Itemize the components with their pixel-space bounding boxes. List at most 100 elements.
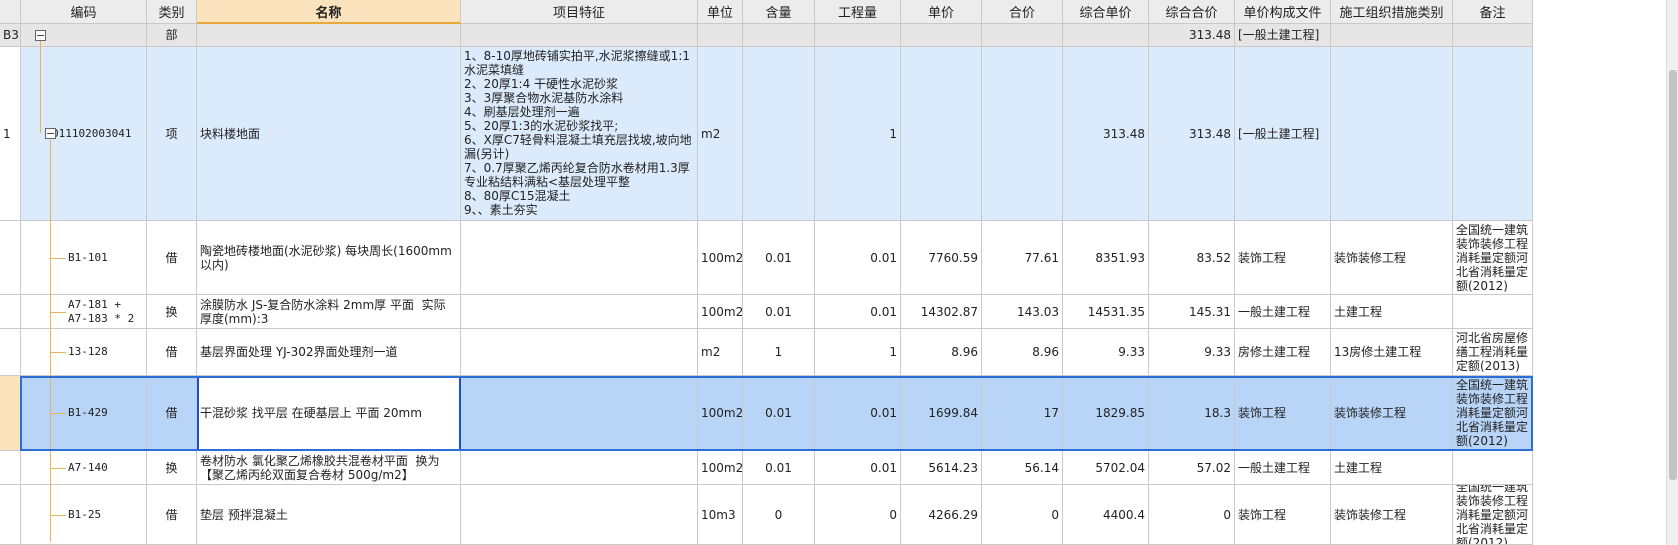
cell-comp-total[interactable]: 57.02	[1149, 451, 1235, 485]
cell-price-file[interactable]: 装饰工程	[1235, 221, 1331, 295]
cell-remark[interactable]: 全国统一建筑装饰装修工程消耗量定额河北省消耗量定额(2012)	[1453, 376, 1533, 451]
cell-name[interactable]: 陶瓷地砖楼地面(水泥砂浆) 每块周长(1600mm以内)	[197, 221, 461, 295]
collapse-item-toggle[interactable]: −	[45, 128, 56, 139]
cell-type[interactable]: 借	[147, 376, 197, 451]
cell-content[interactable]: 0.01	[743, 451, 815, 485]
cell-code[interactable]: B1-25	[21, 485, 147, 545]
column-header-remark[interactable]: 备注	[1453, 0, 1533, 24]
row-label[interactable]	[0, 329, 21, 376]
cell-content[interactable]	[743, 47, 815, 221]
column-header-comp-unit-price[interactable]: 综合单价	[1063, 0, 1149, 24]
cell-features[interactable]: 1、8-10厚地砖铺实拍平,水泥浆擦缝或1:1 水泥菜填缝 2、20厚1:4 干硬性…	[461, 47, 698, 221]
cell-remark[interactable]: 全国统一建筑装饰装修工程消耗量定额河北省消耗量定额(2012)	[1453, 485, 1533, 545]
cell-name[interactable]: 干混砂浆 找平层 在硬基层上 平面 20mm	[197, 376, 461, 451]
column-header-measure-type[interactable]: 施工组织措施类别	[1331, 0, 1453, 24]
cell-name[interactable]: 卷材防水 氯化聚乙烯橡胶共混卷材平面 换为【聚乙烯丙纶双面复合卷材 500g/m…	[197, 451, 461, 485]
cell-comp-unit-price[interactable]: 1829.85	[1063, 376, 1149, 451]
cell-quantity[interactable]: 1	[815, 47, 901, 221]
cell-comp-total[interactable]: 18.3	[1149, 376, 1235, 451]
cell-price-file[interactable]: 一般土建工程	[1235, 451, 1331, 485]
cell-comp-total[interactable]: 0	[1149, 485, 1235, 545]
collapse-section-toggle[interactable]: −	[35, 30, 46, 41]
cell-code[interactable]: 13-128	[21, 329, 147, 376]
cell-type[interactable]: 借	[147, 221, 197, 295]
cell-unit[interactable]	[698, 24, 743, 47]
cell-comp-total[interactable]: 145.31	[1149, 295, 1235, 329]
cell-unit-price[interactable]: 4266.29	[901, 485, 982, 545]
cell-unit[interactable]: 100m2	[698, 376, 743, 451]
cell-measure-type[interactable]: 13房修土建工程	[1331, 329, 1453, 376]
cell-quantity[interactable]: 0.01	[815, 295, 901, 329]
sub-item-row[interactable]: A7-140 换 卷材防水 氯化聚乙烯橡胶共混卷材平面 换为【聚乙烯丙纶双面复合卷材…	[0, 451, 1533, 485]
cell-unit-price[interactable]: 1699.84	[901, 376, 982, 451]
item-row[interactable]: 1 011102003041 项块料楼地面 1、8-10厚地砖铺实拍平,水泥浆擦缝或1…	[0, 47, 1533, 221]
cell-measure-type[interactable]: 装饰装修工程	[1331, 221, 1453, 295]
cell-price-file[interactable]: 装饰工程	[1235, 485, 1331, 545]
cell-remark[interactable]	[1453, 24, 1533, 47]
cell-comp-unit-price[interactable]: 8351.93	[1063, 221, 1149, 295]
cell-unit[interactable]: m2	[698, 329, 743, 376]
row-label[interactable]: 1	[0, 47, 21, 221]
cell-features[interactable]	[461, 451, 698, 485]
cell-features[interactable]	[461, 376, 698, 451]
scrollbar-thumb[interactable]	[1669, 70, 1677, 480]
cell-total-price[interactable]: 8.96	[982, 329, 1063, 376]
cell-type[interactable]: 换	[147, 295, 197, 329]
cell-comp-unit-price[interactable]: 313.48	[1063, 47, 1149, 221]
cell-name[interactable]: 涂膜防水 JS-复合防水涂料 2mm厚 平面 实际厚度(mm):3	[197, 295, 461, 329]
column-header-unit[interactable]: 单位	[698, 0, 743, 24]
row-label[interactable]	[0, 295, 21, 329]
cell-features[interactable]	[461, 295, 698, 329]
cell-code[interactable]: A7-181 + A7-183 * 2	[21, 295, 147, 329]
cell-type[interactable]: 借	[147, 329, 197, 376]
cell-total-price[interactable]: 77.61	[982, 221, 1063, 295]
cell-measure-type[interactable]	[1331, 24, 1453, 47]
cell-type[interactable]: 部	[147, 24, 197, 47]
cell-features[interactable]	[461, 24, 698, 47]
sub-item-row[interactable]: B1-101 借 陶瓷地砖楼地面(水泥砂浆) 每块周长(1600mm以内) 100m2…	[0, 221, 1533, 295]
cell-total-price[interactable]	[982, 24, 1063, 47]
cell-price-file[interactable]: 一般土建工程	[1235, 295, 1331, 329]
cell-name[interactable]: 垫层 预拌混凝土	[197, 485, 461, 545]
cell-content[interactable]: 1	[743, 329, 815, 376]
cell-total-price[interactable]: 0	[982, 485, 1063, 545]
cell-unit-price[interactable]: 7760.59	[901, 221, 982, 295]
cell-unit[interactable]: m2	[698, 47, 743, 221]
sub-item-row[interactable]: B1-429 借 干混砂浆 找平层 在硬基层上 平面 20mm 100m2 0.01 0.…	[0, 376, 1533, 451]
sub-item-row[interactable]: A7-181 + A7-183 * 2 换 涂膜防水 JS-复合防水涂料 2mm厚 …	[0, 295, 1533, 329]
cell-code[interactable]: B1-429	[21, 376, 147, 451]
column-header-name[interactable]: 名称	[197, 0, 461, 24]
cell-unit-price[interactable]: 8.96	[901, 329, 982, 376]
cell-unit-price[interactable]: 14302.87	[901, 295, 982, 329]
cell-type[interactable]: 项	[147, 47, 197, 221]
cell-features[interactable]	[461, 221, 698, 295]
cell-comp-unit-price[interactable]: 4400.4	[1063, 485, 1149, 545]
cell-quantity[interactable]: 0.01	[815, 451, 901, 485]
column-header-price-file[interactable]: 单价构成文件	[1235, 0, 1331, 24]
cell-comp-total[interactable]: 83.52	[1149, 221, 1235, 295]
cell-measure-type[interactable]: 装饰装修工程	[1331, 376, 1453, 451]
budget-grid[interactable]: 编码 类别 名称 项目特征 单位 含量 工程量 单价 合价 综合单价 综合合价 单价构成文件 施工组织措…	[0, 0, 1533, 545]
row-label[interactable]	[0, 485, 21, 545]
row-label[interactable]	[0, 451, 21, 485]
column-header-comp-total[interactable]: 综合合价	[1149, 0, 1235, 24]
cell-remark[interactable]	[1453, 47, 1533, 221]
cell-comp-unit-price[interactable]: 14531.35	[1063, 295, 1149, 329]
cell-comp-total[interactable]: 313.48	[1149, 24, 1235, 47]
vertical-scrollbar[interactable]	[1666, 0, 1678, 545]
cell-comp-total[interactable]: 9.33	[1149, 329, 1235, 376]
cell-comp-unit-price[interactable]	[1063, 24, 1149, 47]
cell-remark[interactable]	[1453, 451, 1533, 485]
cell-unit[interactable]: 100m2	[698, 295, 743, 329]
sub-item-row[interactable]: 13-128 借 基层界面处理 YJ-302界面处理剂一道 m2 1 1 8.96 8.96 9…	[0, 329, 1533, 376]
cell-measure-type[interactable]: 土建工程	[1331, 295, 1453, 329]
cell-content[interactable]: 0.01	[743, 295, 815, 329]
column-header-unit-price[interactable]: 单价	[901, 0, 982, 24]
cell-content[interactable]: 0	[743, 485, 815, 545]
cell-unit[interactable]: 10m3	[698, 485, 743, 545]
cell-total-price[interactable]: 56.14	[982, 451, 1063, 485]
cell-unit[interactable]: 100m2	[698, 221, 743, 295]
cell-comp-unit-price[interactable]: 9.33	[1063, 329, 1149, 376]
column-header-type[interactable]: 类别	[147, 0, 197, 24]
row-label[interactable]	[0, 376, 21, 451]
